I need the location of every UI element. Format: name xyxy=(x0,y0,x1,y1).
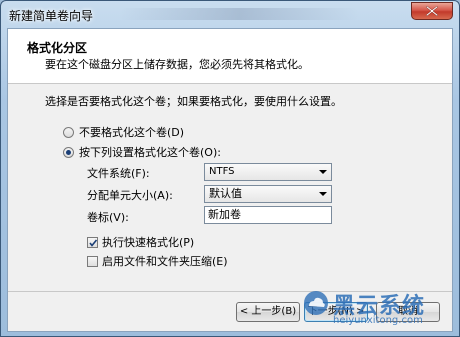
allocation-unit-label: 分配单元大小(A): xyxy=(87,189,173,202)
wizard-header: 格式化分区 要在这个磁盘分区上储存数据，您必须先将其格式化。 xyxy=(8,29,452,84)
format-label: 按下列设置格式化这个卷(O): xyxy=(79,146,221,159)
wizard-content: 格式化分区 要在这个磁盘分区上储存数据，您必须先将其格式化。 选择是否要格式化这… xyxy=(7,28,453,332)
title-bar-blur xyxy=(119,8,359,20)
file-system-value: NTFS xyxy=(209,166,235,177)
volume-label-value: 新加卷 xyxy=(208,208,241,221)
page-subtitle: 要在这个磁盘分区上储存数据，您必须先将其格式化。 xyxy=(45,58,309,71)
format-radio[interactable] xyxy=(63,146,74,158)
file-system-label: 文件系统(F): xyxy=(87,167,150,180)
quick-format-checkbox[interactable] xyxy=(87,236,98,248)
compression-checkbox[interactable] xyxy=(87,255,98,267)
no-format-radio[interactable] xyxy=(63,126,74,138)
window-title: 新建简单卷向导 xyxy=(9,9,94,23)
chevron-down-icon xyxy=(319,170,327,174)
compression-label: 启用文件和文件夹压缩(E) xyxy=(102,255,228,268)
quick-format-option[interactable]: 执行快速格式化(P) xyxy=(87,234,194,250)
page-title: 格式化分区 xyxy=(27,41,88,55)
close-icon xyxy=(426,6,438,16)
no-format-option[interactable]: 不要格式化这个卷(D) xyxy=(63,124,184,140)
quick-format-label: 执行快速格式化(P) xyxy=(102,236,195,249)
volume-label-label: 卷标(V): xyxy=(87,211,129,224)
compression-option[interactable]: 启用文件和文件夹压缩(E) xyxy=(87,253,228,269)
format-prompt: 选择是否要格式化这个卷；如果要格式化，要使用什么设置。 xyxy=(45,95,342,108)
title-bar[interactable]: 新建简单卷向导 xyxy=(1,1,459,27)
checkmark-icon xyxy=(89,238,98,247)
back-button[interactable]: < 上一步(B) xyxy=(236,302,300,322)
cloud-logo-icon xyxy=(304,291,328,315)
wizard-window: 新建简单卷向导 格式化分区 要在这个磁盘分区上储存数据，您必须先将其格式化。 选… xyxy=(0,0,460,337)
file-system-select[interactable]: NTFS xyxy=(204,163,332,181)
no-format-label: 不要格式化这个卷(D) xyxy=(79,126,185,139)
watermark: 黑云系统 heiyunxitong.com xyxy=(303,288,453,332)
allocation-unit-value: 默认值 xyxy=(209,187,242,200)
close-button[interactable] xyxy=(411,2,453,20)
allocation-unit-select[interactable]: 默认值 xyxy=(204,185,332,203)
format-option[interactable]: 按下列设置格式化这个卷(O): xyxy=(63,144,221,160)
chevron-down-icon xyxy=(319,192,327,196)
volume-label-input[interactable]: 新加卷 xyxy=(204,206,332,224)
watermark-url: heiyunxitong.com xyxy=(333,315,423,326)
